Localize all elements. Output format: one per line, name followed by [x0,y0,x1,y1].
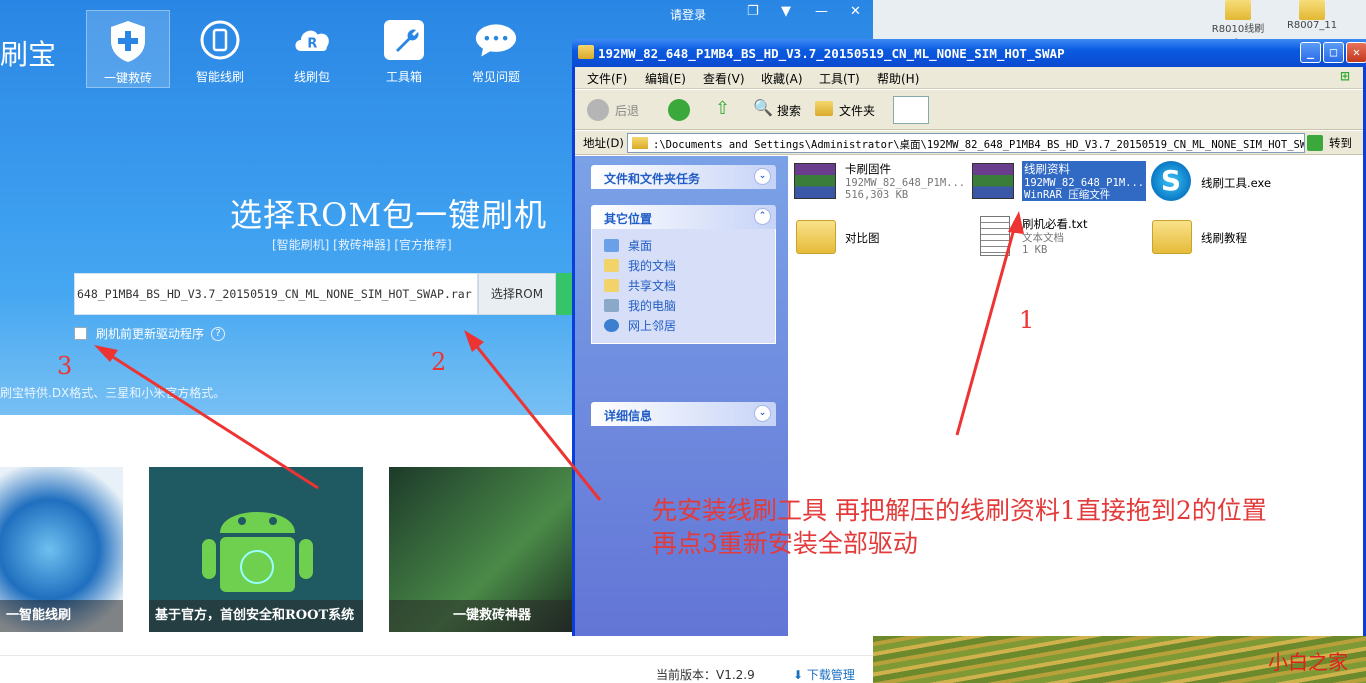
instruction-line-2: 再点3重新安装全部驱动 [652,529,918,558]
annotation-number-3: 3 [57,352,73,380]
arrow-to-rom-input [468,337,602,501]
arrow-to-driver-checkbox [101,348,319,490]
annotation-number-2: 2 [431,348,447,376]
annotation-number-1: 1 [1019,306,1035,334]
annotation-arrows [94,211,1024,501]
arrowhead [1008,211,1024,234]
instruction-line-1: 先安装线刷工具 再把解压的线刷资料1直接拖到2的位置 [652,496,1267,525]
instruction-text: 先安装线刷工具 再把解压的线刷资料1直接拖到2的位置 再点3重新安装全部驱动 [652,494,1267,560]
arrow-to-flash-data [955,217,1019,436]
arrowhead [464,330,484,352]
